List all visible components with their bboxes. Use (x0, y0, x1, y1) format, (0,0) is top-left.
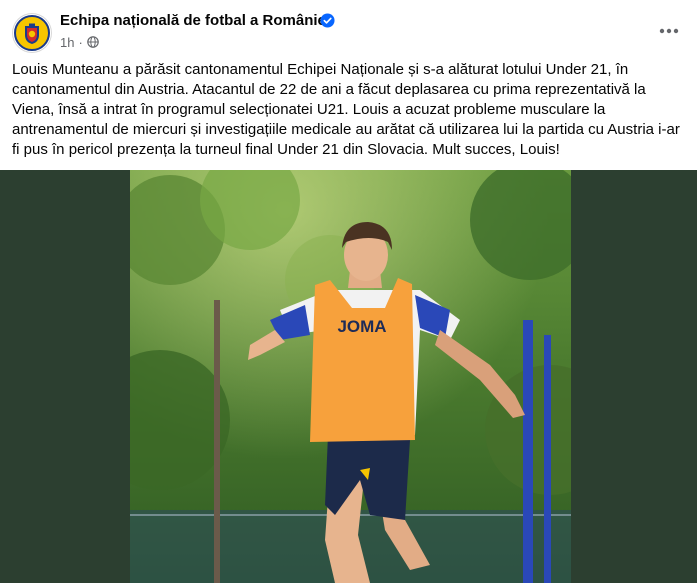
timestamp[interactable]: 1h (60, 35, 74, 50)
frf-logo-icon (14, 15, 50, 51)
meta-separator: · (78, 34, 83, 50)
player-photo-illustration: JOMA (130, 170, 571, 583)
more-options-button[interactable] (652, 18, 686, 44)
verified-badge-icon (320, 13, 335, 28)
more-options-icon (659, 28, 679, 34)
post-photo-container[interactable]: JOMA (0, 170, 697, 583)
globe-icon[interactable] (87, 36, 99, 48)
post-photo[interactable]: JOMA (130, 170, 571, 583)
post-text: Louis Munteanu a părăsit cantonamentul E… (12, 61, 680, 158)
page-name[interactable]: Echipa națională de fotbal a României (60, 12, 330, 29)
page-avatar[interactable] (12, 13, 52, 53)
bib-logo-text: JOMA (337, 317, 386, 336)
post-meta: 1h · (60, 34, 99, 50)
post-header: Echipa națională de fotbal a României 1h… (0, 0, 697, 60)
